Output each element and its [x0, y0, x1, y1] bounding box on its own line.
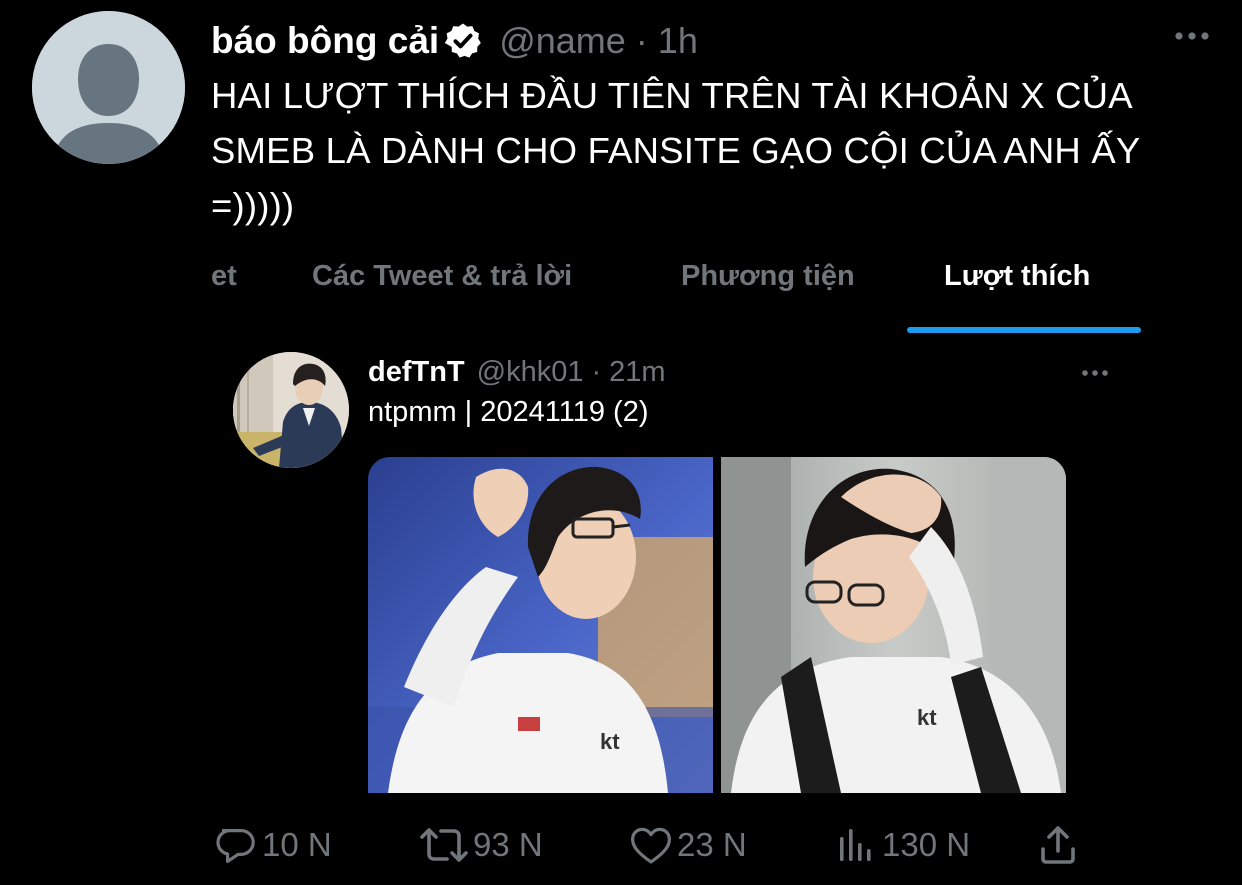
profile-avatar[interactable]: [32, 11, 185, 164]
tweet-text: HAI LƯỢT THÍCH ĐẦU TIÊN TRÊN TÀI KHOẢN X…: [211, 75, 1140, 226]
media-grid: kt kt: [368, 457, 1066, 793]
media-photo-2[interactable]: kt: [721, 457, 1066, 793]
inner-tweet-text: ntpmm | 20241119 (2): [368, 396, 649, 428]
inner-separator-dot: ·: [591, 355, 602, 388]
inner-tweet-header: defTnT @khk01 · 21m: [368, 352, 666, 392]
reply-count: 10 N: [262, 826, 332, 863]
inner-tweet-time[interactable]: 21m: [609, 356, 665, 389]
tab-tweets[interactable]: et: [211, 260, 237, 293]
profile-tabs: et Các Tweet & trả lời Phương tiện Lượt …: [0, 248, 1242, 334]
tweet-header: báo bông cải @name · 1h: [211, 18, 698, 64]
inner-user-handle[interactable]: @khk01: [477, 356, 584, 389]
views-button[interactable]: 130 N: [832, 818, 970, 872]
photo-1: kt: [368, 457, 713, 793]
active-tab-indicator: [907, 327, 1141, 333]
photo-2: kt: [721, 457, 1066, 793]
avatar-photo: [233, 352, 349, 468]
inner-more-dots-icon[interactable]: [1080, 364, 1110, 382]
svg-text:kt: kt: [600, 729, 620, 754]
views-count: 130 N: [882, 826, 971, 863]
bar-chart-icon: [840, 829, 871, 861]
user-handle[interactable]: @name: [499, 20, 626, 62]
heart-icon: [631, 827, 671, 864]
default-avatar-icon: [32, 11, 185, 164]
inner-display-name[interactable]: defTnT: [368, 356, 465, 389]
share-button[interactable]: [1034, 818, 1082, 872]
reply-bubble-icon: [216, 829, 255, 863]
retweet-button[interactable]: 93 N: [417, 818, 543, 872]
reply-button[interactable]: 10 N: [212, 818, 332, 872]
media-photo-1[interactable]: kt: [368, 457, 713, 793]
retweet-arrows-icon: [420, 828, 468, 862]
svg-text:kt: kt: [917, 705, 937, 730]
like-button[interactable]: 23 N: [627, 818, 747, 872]
like-count: 23 N: [677, 826, 747, 863]
share-upload-icon: [1041, 826, 1075, 864]
verified-badge-icon: [445, 23, 482, 58]
more-dots-icon[interactable]: [1172, 24, 1212, 48]
tweet-time[interactable]: 1h: [658, 20, 698, 62]
tab-media[interactable]: Phương tiện: [681, 260, 855, 293]
tab-tweets-replies[interactable]: Các Tweet & trả lời: [312, 260, 572, 293]
display-name[interactable]: báo bông cải: [211, 20, 439, 62]
retweet-count: 93 N: [473, 826, 543, 863]
inner-avatar[interactable]: [233, 352, 349, 468]
tab-likes[interactable]: Lượt thích: [944, 260, 1090, 293]
tweet-actions: 10 N 93 N 23 N 130 N: [212, 818, 1092, 872]
separator-dot: ·: [635, 20, 648, 61]
